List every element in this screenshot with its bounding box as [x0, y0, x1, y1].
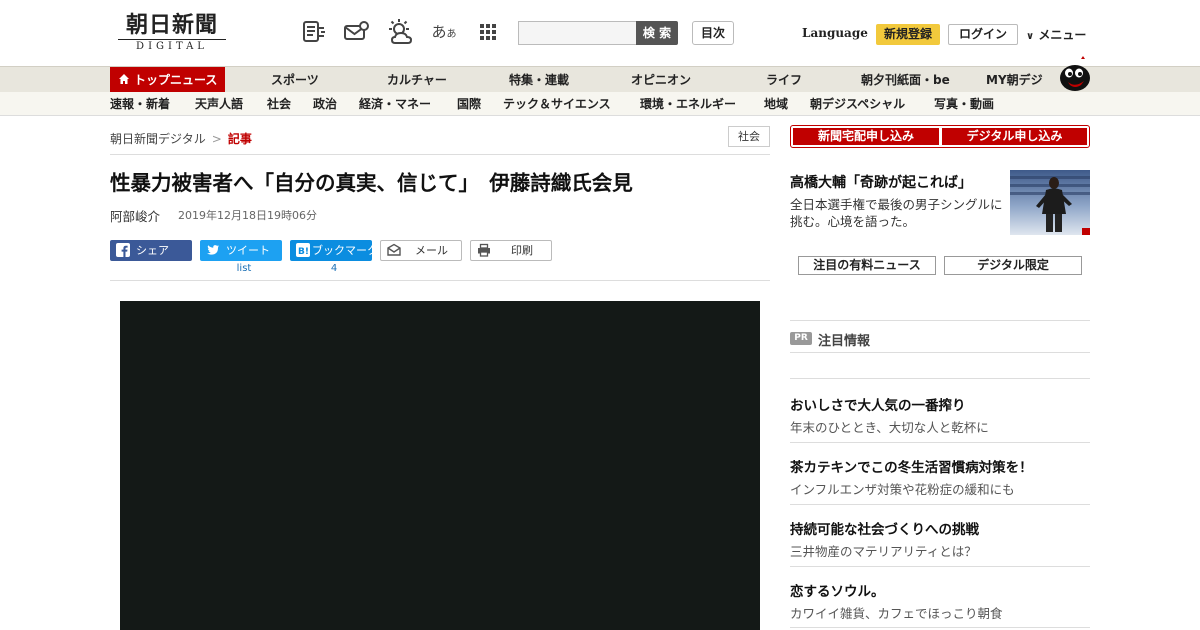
- category-tag[interactable]: 社会: [728, 126, 770, 147]
- pr-item-subtitle[interactable]: インフルエンザ対策や花粉症の緩和にも: [790, 479, 1015, 498]
- breadcrumb-current: 記事: [227, 132, 252, 146]
- divider: [790, 320, 1090, 321]
- feature-title[interactable]: 高橋大輔「奇跡が起これば」: [790, 172, 972, 192]
- video-player[interactable]: [120, 301, 760, 630]
- nav-item-sports[interactable]: スポーツ: [271, 67, 319, 93]
- secondary-nav: 速報・新着 天声人語 社会 政治 経済・マネー 国際 テック＆サイエンス 環境・…: [0, 92, 1200, 116]
- subscription-promo: 新聞宅配申し込み デジタル申し込み: [790, 125, 1090, 148]
- nav2-item-photo[interactable]: 写真・動画: [934, 92, 994, 116]
- primary-nav: トップニュース スポーツ カルチャー 特集・連載 オピニオン ライフ 朝夕刊紙面…: [0, 66, 1200, 93]
- divider: [110, 154, 770, 155]
- pr-item-title[interactable]: おいしさで大人気の一番搾り: [790, 394, 966, 414]
- newspaper-icon[interactable]: [300, 18, 328, 46]
- nav2-item-international[interactable]: 国際: [457, 92, 481, 116]
- search-button[interactable]: 検 索: [636, 21, 678, 45]
- breadcrumb: 朝日新聞デジタル > 記事: [110, 130, 252, 147]
- login-button[interactable]: ログイン: [948, 24, 1018, 45]
- divider: [790, 627, 1090, 628]
- pr-item-title[interactable]: 茶カテキンでこの冬生活習慣病対策を！: [790, 456, 1033, 476]
- hatena-bookmark-icon: B!: [296, 243, 310, 257]
- feature-description[interactable]: 全日本選手権で最後の男子シングルに挑む。心境を語った。: [790, 196, 1004, 230]
- nav2-item-tech[interactable]: テック＆サイエンス: [503, 92, 611, 116]
- mascot-icon[interactable]: [1055, 55, 1093, 93]
- pr-item-subtitle[interactable]: 年末のひととき、大切な人と乾杯に: [790, 417, 989, 436]
- nav2-item-tensei[interactable]: 天声人語: [195, 92, 243, 116]
- pr-badge: PR: [790, 332, 812, 345]
- nav2-item-economy[interactable]: 経済・マネー: [359, 92, 431, 116]
- divider: [790, 504, 1090, 505]
- twitter-icon: [207, 245, 219, 255]
- hatena-bookmark-button[interactable]: B! ブックマーク: [290, 240, 372, 261]
- premium-news-tab[interactable]: 注目の有料ニュース: [798, 256, 936, 275]
- nav-item-paper[interactable]: 朝夕刊紙面・be: [861, 67, 950, 93]
- envelope-icon: [387, 243, 401, 256]
- site-logo[interactable]: 朝日新聞 DIGITAL: [112, 12, 232, 56]
- article-date: 2019年12月18日19時06分: [178, 209, 317, 222]
- apps-grid-icon[interactable]: [474, 18, 502, 46]
- nav-item-culture[interactable]: カルチャー: [387, 67, 447, 93]
- breadcrumb-separator: >: [211, 132, 222, 146]
- mail-icon[interactable]: [342, 18, 370, 46]
- facebook-share-button[interactable]: シェア: [110, 240, 192, 261]
- divider: [790, 442, 1090, 443]
- pr-item-subtitle[interactable]: 三井物産のマテリアリティとは？: [790, 541, 977, 560]
- font-size-icon[interactable]: ああ: [430, 18, 458, 46]
- index-button[interactable]: 目次: [692, 21, 734, 45]
- nav2-item-politics[interactable]: 政治: [313, 92, 337, 116]
- pr-item-title[interactable]: 恋するソウル。: [790, 580, 885, 600]
- nav2-item-special[interactable]: 朝デジスペシャル: [810, 92, 905, 116]
- twitter-count[interactable]: list: [203, 263, 285, 274]
- mail-share-button[interactable]: メール: [380, 240, 462, 261]
- print-button[interactable]: 印刷: [470, 240, 552, 261]
- logo-rule: [118, 39, 226, 40]
- logo-sub-text: DIGITAL: [136, 41, 208, 52]
- nav-item-features[interactable]: 特集・連載: [509, 67, 569, 93]
- twitter-share-button[interactable]: ツイート: [200, 240, 282, 261]
- site-header: 朝日新聞 DIGITAL ああ 検 索 目次 Language 新規登録 ログイ…: [0, 0, 1200, 66]
- nav-item-life[interactable]: ライフ: [766, 67, 802, 93]
- nav2-item-society[interactable]: 社会: [267, 92, 291, 116]
- nav2-item-region[interactable]: 地域: [764, 92, 788, 116]
- divider: [790, 566, 1090, 567]
- facebook-icon: [116, 243, 130, 257]
- hatena-count[interactable]: 4: [293, 263, 375, 274]
- article-author[interactable]: 阿部峻介: [110, 206, 160, 225]
- digital-only-tab[interactable]: デジタル限定: [944, 256, 1082, 275]
- nav2-item-environment[interactable]: 環境・エネルギー: [640, 92, 736, 116]
- logo-main-text: 朝日新聞: [125, 12, 218, 38]
- divider: [110, 280, 770, 281]
- digital-subscribe-button[interactable]: デジタル申し込み: [942, 128, 1087, 145]
- nav2-item-breaking[interactable]: 速報・新着: [110, 92, 170, 116]
- menu-button[interactable]: ∨ メニュー: [1026, 26, 1086, 43]
- home-icon: [119, 74, 129, 84]
- nav-item-my[interactable]: MY朝デジ: [986, 67, 1043, 93]
- register-button[interactable]: 新規登録: [876, 24, 940, 45]
- weather-icon[interactable]: [386, 18, 414, 46]
- pr-heading: 注目情報: [818, 334, 871, 349]
- article-headline: 性暴力被害者へ「自分の真実、信じて」 伊藤詩織氏会見: [110, 171, 633, 195]
- svg-text:B!: B!: [298, 247, 309, 257]
- language-link[interactable]: Language: [802, 26, 868, 40]
- breadcrumb-home[interactable]: 朝日新聞デジタル: [110, 132, 206, 146]
- newspaper-delivery-button[interactable]: 新聞宅配申し込み: [793, 128, 939, 145]
- divider: [790, 378, 1090, 379]
- chevron-down-icon: ∨: [1026, 31, 1035, 42]
- pr-item-subtitle[interactable]: カワイイ雑貨、カフェでほっこり朝食: [790, 603, 1003, 622]
- divider: [790, 352, 1090, 353]
- nav-item-top-news[interactable]: トップニュース: [110, 67, 226, 93]
- pr-item-title[interactable]: 持続可能な社会づくりへの挑戦: [790, 518, 979, 538]
- nav-item-opinion[interactable]: オピニオン: [631, 67, 691, 93]
- search-input[interactable]: [518, 21, 638, 45]
- feature-thumbnail[interactable]: [1010, 170, 1090, 235]
- printer-icon: [478, 243, 490, 257]
